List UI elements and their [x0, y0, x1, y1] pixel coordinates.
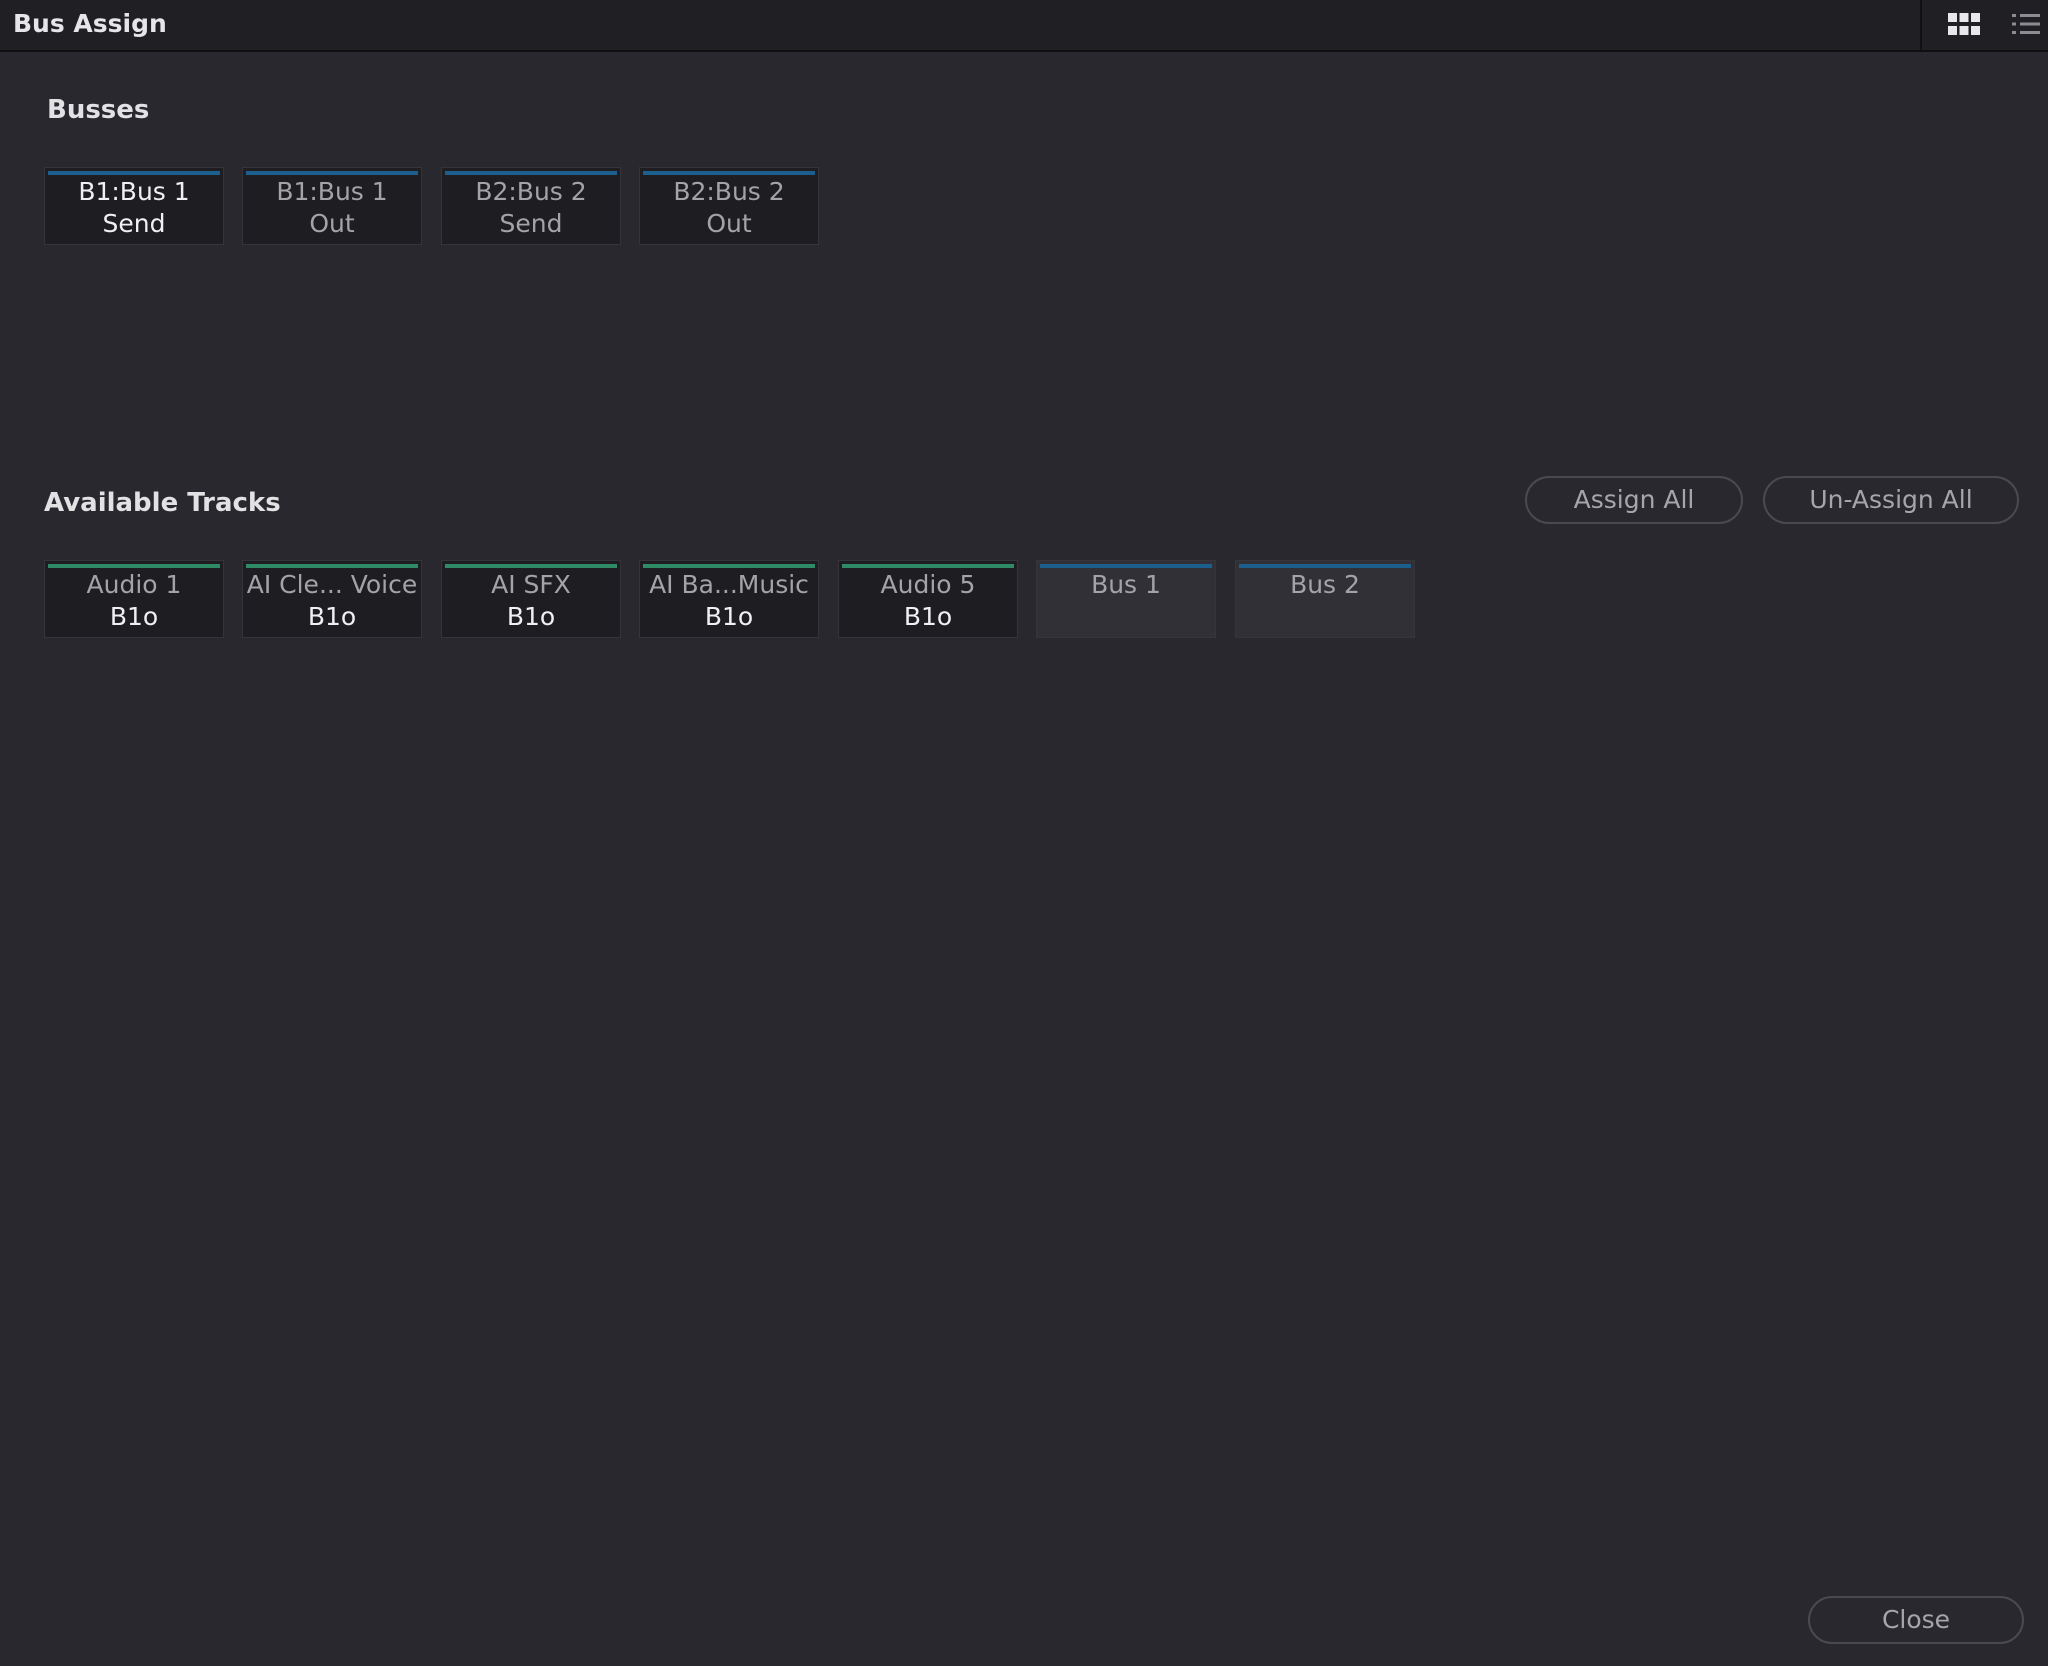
bus-tile[interactable]: B2:Bus 2 Out — [639, 167, 819, 245]
close-button[interactable]: Close — [1808, 1596, 2024, 1644]
window-titlebar: Bus Assign — [0, 0, 2048, 52]
assign-all-button[interactable]: Assign All — [1525, 476, 1743, 524]
track-tile[interactable]: Bus 2 — [1235, 560, 1415, 638]
track-assignment: B1o — [109, 602, 159, 631]
track-assignment: B1o — [704, 602, 754, 631]
bus-name: B2:Bus 2 — [475, 177, 587, 206]
bus-type: Out — [706, 209, 752, 238]
unassign-all-button[interactable]: Un-Assign All — [1763, 476, 2019, 524]
list-view-icon[interactable] — [2012, 13, 2040, 35]
bus-type: Send — [499, 209, 563, 238]
bus-name: B2:Bus 2 — [673, 177, 785, 206]
track-color-bar — [1040, 564, 1212, 568]
track-name: AI Cle... Voice — [246, 570, 418, 599]
track-tile[interactable]: Audio 5 B1o — [838, 560, 1018, 638]
track-tile[interactable]: Bus 1 — [1036, 560, 1216, 638]
track-color-bar — [842, 564, 1014, 568]
track-color-bar — [643, 564, 815, 568]
bus-color-bar — [48, 171, 220, 175]
bus-name: B1:Bus 1 — [78, 177, 190, 206]
bus-type: Out — [309, 209, 355, 238]
bus-color-bar — [445, 171, 617, 175]
track-name: Audio 5 — [880, 570, 976, 599]
bus-name: B1:Bus 1 — [276, 177, 388, 206]
window-title: Bus Assign — [13, 9, 167, 38]
track-assignment: B1o — [506, 602, 556, 631]
track-name: AI SFX — [491, 570, 571, 599]
track-color-bar — [246, 564, 418, 568]
track-name: Bus 2 — [1290, 570, 1360, 599]
track-tile[interactable]: AI SFX B1o — [441, 560, 621, 638]
track-name: AI Ba...Music — [649, 570, 809, 599]
track-tile[interactable]: AI Ba...Music B1o — [639, 560, 819, 638]
view-switch — [1920, 0, 2048, 50]
bus-tile[interactable]: B2:Bus 2 Send — [441, 167, 621, 245]
busses-title: Busses — [47, 95, 150, 125]
track-tile[interactable]: Audio 1 B1o — [44, 560, 224, 638]
grid-view-icon[interactable] — [1948, 13, 1980, 35]
bus-tile[interactable]: B1:Bus 1 Send — [44, 167, 224, 245]
track-tile[interactable]: AI Cle... Voice B1o — [242, 560, 422, 638]
track-color-bar — [1239, 564, 1411, 568]
bus-color-bar — [643, 171, 815, 175]
track-name: Bus 1 — [1091, 570, 1161, 599]
available-tracks-title: Available Tracks — [44, 488, 281, 518]
track-assignment: B1o — [307, 602, 357, 631]
bus-tile[interactable]: B1:Bus 1 Out — [242, 167, 422, 245]
track-assignment: B1o — [903, 602, 953, 631]
track-color-bar — [48, 564, 220, 568]
bus-color-bar — [246, 171, 418, 175]
track-name: Audio 1 — [86, 570, 182, 599]
bus-type: Send — [102, 209, 166, 238]
track-color-bar — [445, 564, 617, 568]
